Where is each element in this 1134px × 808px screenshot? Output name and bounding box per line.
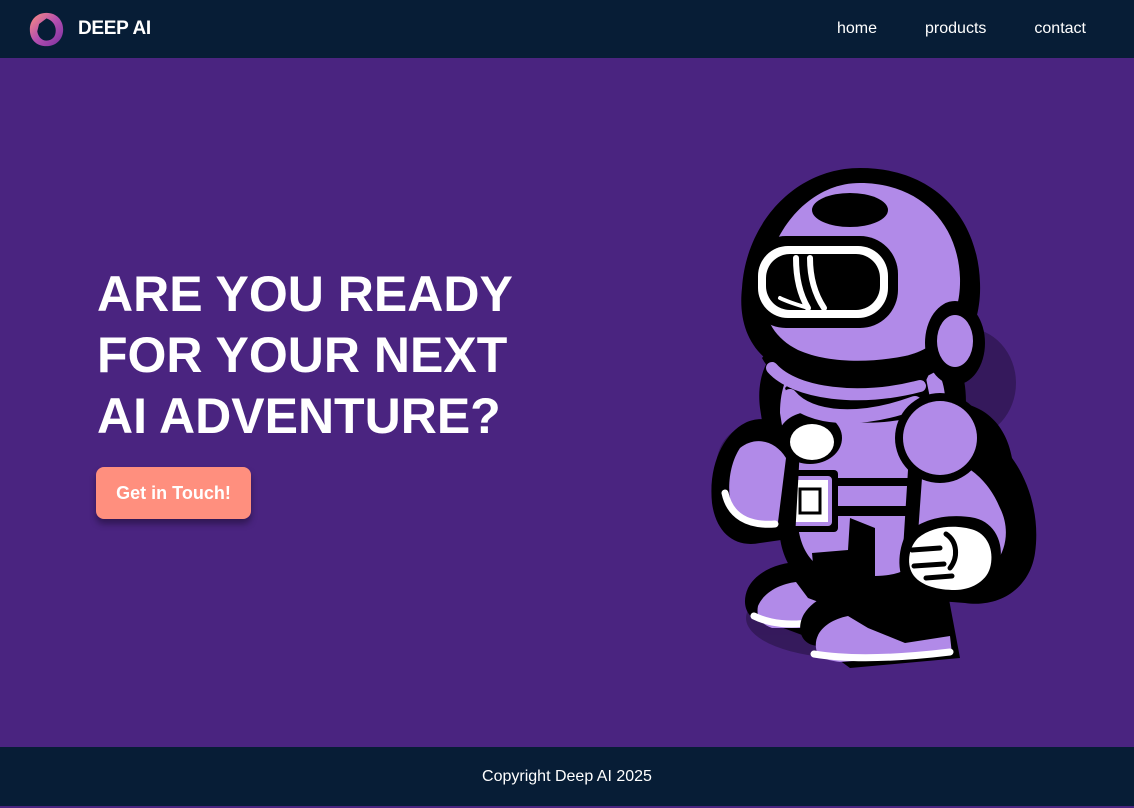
top-navbar: DEEP AI home products contact	[0, 0, 1134, 58]
headline-line-2: FOR YOUR NEXT	[97, 327, 508, 383]
astronaut-mascot-illustration	[711, 168, 1037, 668]
brand[interactable]: DEEP AI	[28, 10, 151, 48]
copyright-text: Copyright Deep AI 2025	[482, 767, 652, 785]
brand-name: DEEP AI	[78, 18, 151, 39]
nav-link-contact[interactable]: contact	[1034, 20, 1086, 38]
headline-line-1: ARE YOU READY	[97, 266, 513, 322]
hero-headline: ARE YOU READY FOR YOUR NEXT AI ADVENTURE…	[97, 264, 567, 447]
get-in-touch-button[interactable]: Get in Touch!	[96, 467, 251, 519]
hero-section: ARE YOU READY FOR YOUR NEXT AI ADVENTURE…	[0, 58, 1134, 747]
headline-line-3: AI ADVENTURE?	[97, 388, 501, 444]
nav-link-home[interactable]: home	[837, 20, 877, 38]
ring-logo-icon	[29, 12, 64, 46]
nav-link-products[interactable]: products	[925, 20, 986, 38]
page-footer: Copyright Deep AI 2025	[0, 747, 1134, 806]
main-nav: home products contact	[837, 0, 1086, 58]
